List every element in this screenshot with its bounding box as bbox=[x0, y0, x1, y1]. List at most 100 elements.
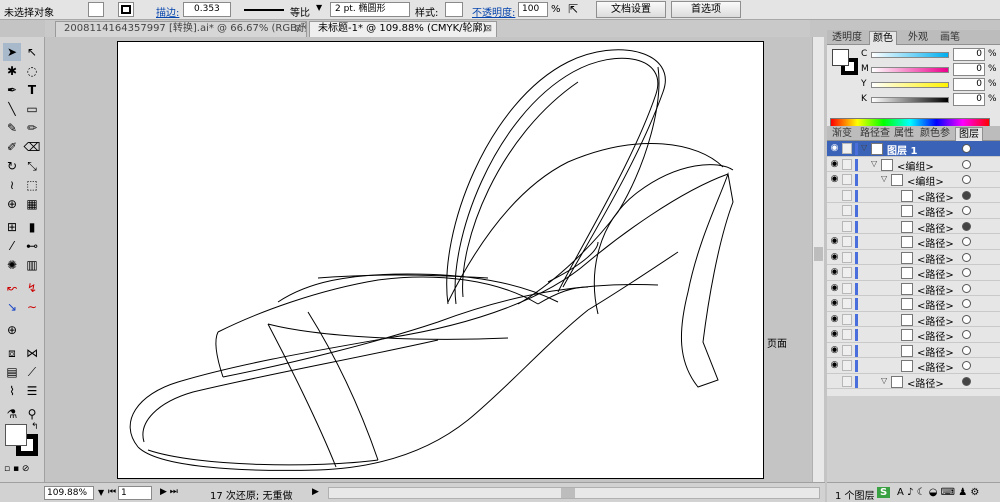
tab-pathfinder[interactable]: 路径查 bbox=[857, 127, 893, 141]
visibility-eye-icon[interactable] bbox=[829, 221, 840, 232]
ime-icons[interactable]: A ♪ ☾ ◒ ⌨ ♟ ⚙ bbox=[897, 487, 979, 498]
canvas-area[interactable]: 页面 bbox=[45, 37, 810, 482]
layer-row[interactable]: ◉ ▽ 图层 1 bbox=[827, 141, 1000, 157]
tab-document-2[interactable]: 未标题-1* @ 109.88% (CMYK/轮廓) ⊠ bbox=[309, 21, 497, 37]
sublayer-row[interactable]: <路径> bbox=[827, 219, 1000, 235]
stroke-swatch[interactable] bbox=[118, 2, 134, 17]
opacity-label[interactable]: 不透明度: bbox=[472, 4, 515, 19]
visibility-eye-icon[interactable]: ◉ bbox=[829, 143, 840, 154]
chart-tool-icon[interactable]: ▤ bbox=[3, 363, 21, 381]
blob-brush-tool-icon[interactable]: ✐ bbox=[3, 138, 21, 156]
target-circle-icon[interactable] bbox=[962, 314, 971, 324]
gradient-tool-icon[interactable]: ▮ bbox=[23, 218, 41, 236]
sublayer-row[interactable]: ◉ <路径> bbox=[827, 343, 1000, 359]
sublayer-row[interactable]: ▽ <路径> bbox=[827, 374, 1000, 390]
eyedropper-tool-icon[interactable]: ⁄ bbox=[3, 237, 21, 255]
line-tool-icon[interactable]: ╲ bbox=[3, 100, 21, 118]
lock-toggle[interactable] bbox=[842, 236, 852, 247]
target-circle-icon[interactable] bbox=[962, 252, 971, 262]
vertical-scrollbar[interactable] bbox=[812, 37, 824, 482]
artboard[interactable] bbox=[117, 41, 764, 479]
rectangle-tool-icon[interactable]: ▭ bbox=[23, 100, 41, 118]
column-graph-tool-icon[interactable]: ▥ bbox=[23, 256, 41, 274]
close-icon[interactable]: ⊠ bbox=[294, 22, 302, 36]
lock-toggle[interactable] bbox=[842, 267, 852, 278]
lock-toggle[interactable] bbox=[842, 189, 852, 201]
target-circle-icon[interactable] bbox=[962, 159, 971, 169]
visibility-eye-icon[interactable] bbox=[829, 376, 840, 387]
lock-toggle[interactable] bbox=[842, 298, 852, 309]
stroke-label[interactable]: 描边: bbox=[156, 4, 179, 19]
slider-black[interactable]: K 0 % bbox=[827, 93, 1000, 108]
channel-value[interactable]: 0 bbox=[953, 48, 985, 61]
slider-cyan[interactable]: C 0 % bbox=[827, 48, 1000, 63]
visibility-eye-icon[interactable]: ◉ bbox=[829, 298, 840, 309]
sublayer-row[interactable]: ◉ <路径> bbox=[827, 234, 1000, 250]
lock-toggle[interactable] bbox=[842, 282, 852, 294]
lock-toggle[interactable] bbox=[842, 313, 852, 325]
first-artboard-icon[interactable]: ⏮ bbox=[108, 487, 116, 497]
target-circle-icon[interactable] bbox=[962, 345, 971, 355]
tab-color-guide[interactable]: 颜色参 bbox=[917, 127, 953, 141]
scroll-thumb[interactable] bbox=[814, 247, 823, 261]
stroke-line-preview[interactable] bbox=[244, 9, 284, 11]
status-menu-icon[interactable]: ▶ bbox=[312, 487, 319, 497]
visibility-eye-icon[interactable]: ◉ bbox=[829, 329, 840, 340]
visibility-eye-icon[interactable]: ◉ bbox=[829, 252, 840, 263]
lock-toggle[interactable] bbox=[842, 251, 852, 263]
knife-tool-icon[interactable]: ⟋ bbox=[23, 363, 41, 381]
visibility-eye-icon[interactable]: ◉ bbox=[829, 267, 840, 278]
selection-tool-icon[interactable]: ➤ bbox=[3, 43, 21, 61]
tab-brushes[interactable]: 画笔 bbox=[937, 31, 963, 45]
join-tool-icon[interactable]: ↘ bbox=[3, 298, 21, 316]
target-circle-icon[interactable] bbox=[962, 268, 971, 277]
rotate-tool-icon[interactable]: ↻ bbox=[3, 157, 21, 175]
target-circle-icon[interactable] bbox=[962, 206, 971, 215]
swap-icon[interactable]: ↰ bbox=[31, 422, 39, 432]
target-circle-icon[interactable] bbox=[962, 361, 971, 370]
eraser-tool-icon[interactable]: ⌫ bbox=[23, 138, 41, 156]
sublayer-row[interactable]: ◉ <路径> bbox=[827, 358, 1000, 374]
tab-attributes[interactable]: 属性 bbox=[891, 127, 917, 141]
slice-tool-icon[interactable]: ⋈ bbox=[23, 344, 41, 362]
perspective-grid-tool-icon[interactable]: ▦ bbox=[23, 195, 41, 213]
chevron-down-icon[interactable]: ▼ bbox=[98, 488, 104, 497]
pen-tool-icon[interactable]: ✒ bbox=[3, 81, 21, 99]
symbol-sprayer-tool-icon[interactable]: ✺ bbox=[3, 256, 21, 274]
scroll-thumb[interactable] bbox=[561, 488, 575, 498]
target-circle-icon[interactable] bbox=[962, 237, 971, 246]
shoe-outline-drawing[interactable] bbox=[118, 42, 765, 480]
fill-swatch[interactable] bbox=[88, 2, 104, 17]
type-tool-icon[interactable]: T bbox=[23, 81, 41, 99]
slider-bar[interactable] bbox=[871, 97, 949, 103]
target-circle-icon[interactable] bbox=[962, 283, 971, 293]
shape-builder-tool-icon[interactable]: ⊕ bbox=[3, 195, 21, 213]
sublayer-row[interactable]: ◉ ▽ <编组> bbox=[827, 172, 1000, 188]
scale-tool-icon[interactable]: ⤡ bbox=[23, 157, 41, 175]
tab-layers[interactable]: 图层 bbox=[955, 127, 983, 141]
target-circle-icon[interactable] bbox=[962, 144, 971, 153]
slider-bar[interactable] bbox=[871, 67, 949, 73]
sublayer-row[interactable]: ◉ <路径> bbox=[827, 281, 1000, 297]
visibility-eye-icon[interactable]: ◉ bbox=[829, 283, 840, 294]
lock-toggle[interactable] bbox=[842, 344, 852, 356]
blend-tool-icon[interactable]: ⊷ bbox=[23, 237, 41, 255]
visibility-eye-icon[interactable]: ◉ bbox=[829, 159, 840, 170]
visibility-eye-icon[interactable]: ◉ bbox=[829, 360, 840, 371]
chevron-down-icon[interactable]: ▼ bbox=[316, 3, 322, 12]
stroke-weight-field[interactable]: 0.353 bbox=[183, 2, 231, 17]
target-circle-icon[interactable] bbox=[962, 190, 971, 200]
target-circle-icon[interactable] bbox=[962, 175, 971, 184]
visibility-eye-icon[interactable]: ◉ bbox=[829, 314, 840, 325]
target-circle-icon[interactable] bbox=[962, 376, 971, 386]
target-circle-icon[interactable] bbox=[962, 330, 971, 339]
tab-gradient[interactable]: 渐变 bbox=[829, 127, 855, 141]
next-artboard-icon[interactable]: ▶ ⏭ bbox=[160, 487, 178, 497]
direct-selection-tool-icon[interactable]: ↖ bbox=[23, 43, 41, 61]
visibility-eye-icon[interactable]: ◉ bbox=[829, 174, 840, 185]
slider-bar[interactable] bbox=[871, 82, 949, 88]
sublayer-row[interactable]: ◉ <路径> bbox=[827, 265, 1000, 281]
align-tool-icon[interactable]: ☰ bbox=[23, 382, 41, 400]
path-tool-icon[interactable]: ⌇ bbox=[3, 382, 21, 400]
expand-toggle-icon[interactable]: ▽ bbox=[871, 159, 877, 168]
